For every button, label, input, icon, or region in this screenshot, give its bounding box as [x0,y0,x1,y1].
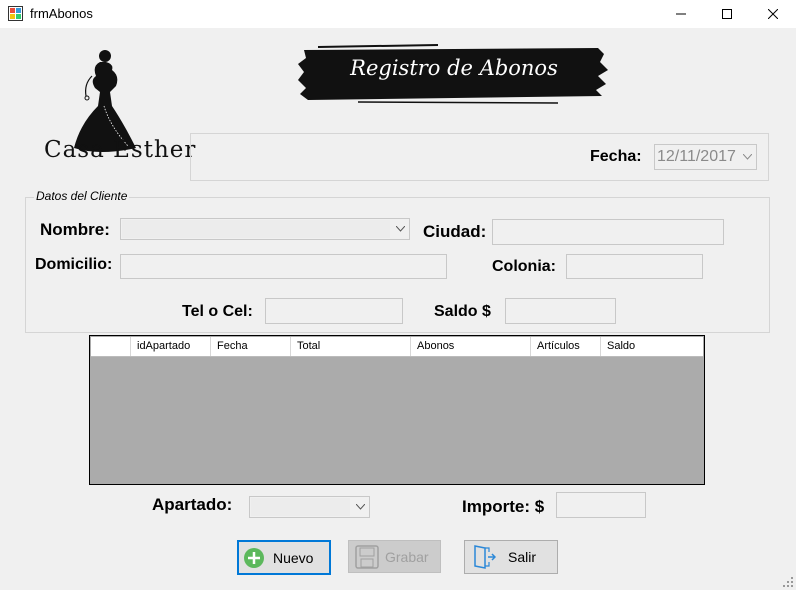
grid-header-row: idApartado Fecha Total Abonos Artículos … [91,337,703,357]
fecha-datepicker[interactable]: 12/11/2017 [654,144,757,170]
form-client-area: Casa Esther Registro de Abonos Fecha: 12… [0,28,796,590]
close-icon [768,9,778,19]
tel-field[interactable] [265,298,403,324]
colonia-field[interactable] [566,254,703,279]
apartado-combobox[interactable] [249,496,370,518]
importe-field[interactable] [556,492,646,518]
salir-button[interactable]: Salir [464,540,558,574]
client-group-legend: Datos del Cliente [34,189,130,203]
exit-door-icon [474,545,496,569]
tel-label: Tel o Cel: [182,303,253,320]
domicilio-field[interactable] [120,254,447,279]
apartados-grid[interactable]: idApartado Fecha Total Abonos Artículos … [89,335,705,485]
saldo-field[interactable] [505,298,616,324]
grid-row-header-column[interactable] [91,337,131,356]
grabar-button[interactable]: Grabar [348,540,441,573]
logo-text: Casa Esther [44,137,197,163]
grid-column-idapartado[interactable]: idApartado [131,337,211,356]
resize-grip-icon[interactable] [782,576,794,588]
grid-column-total[interactable]: Total [291,337,411,356]
apartado-label: Apartado: [152,495,233,514]
nombre-value-area [122,220,390,238]
grid-column-fecha[interactable]: Fecha [211,337,291,356]
grid-column-articulos[interactable]: Artículos [531,337,601,356]
apartado-value-area [251,498,350,516]
grid-column-saldo[interactable]: Saldo [601,337,703,356]
nuevo-button-label: Nuevo [273,549,314,566]
nuevo-button[interactable]: Nuevo [237,540,331,575]
minimize-icon [676,13,686,15]
grabar-button-label: Grabar [385,548,429,565]
colonia-label: Colonia: [492,258,556,275]
chevron-down-icon [391,219,409,239]
grid-column-abonos[interactable]: Abonos [411,337,531,356]
maximize-button[interactable] [704,0,750,28]
ciudad-field[interactable] [492,219,724,245]
save-icon [355,544,379,569]
maximize-icon [722,9,732,19]
add-icon [244,547,264,568]
minimize-button[interactable] [658,0,704,28]
window-title: frmAbonos [30,6,93,21]
fecha-value: 12/11/2017 [657,148,736,165]
nombre-label: Nombre: [40,220,110,239]
app-icon [8,6,23,21]
chevron-down-icon [738,145,756,169]
nombre-combobox[interactable] [120,218,410,240]
fecha-label: Fecha: [590,148,642,165]
importe-label: Importe: $ [462,497,545,516]
banner-title: Registro de Abonos [350,56,558,80]
window-titlebar: frmAbonos [0,0,796,29]
domicilio-label: Domicilio: [35,256,113,273]
chevron-down-icon [351,497,369,517]
salir-button-label: Salir [508,549,537,565]
ciudad-label: Ciudad: [423,222,487,241]
close-button[interactable] [750,0,796,28]
saldo-label: Saldo $ [434,303,491,320]
